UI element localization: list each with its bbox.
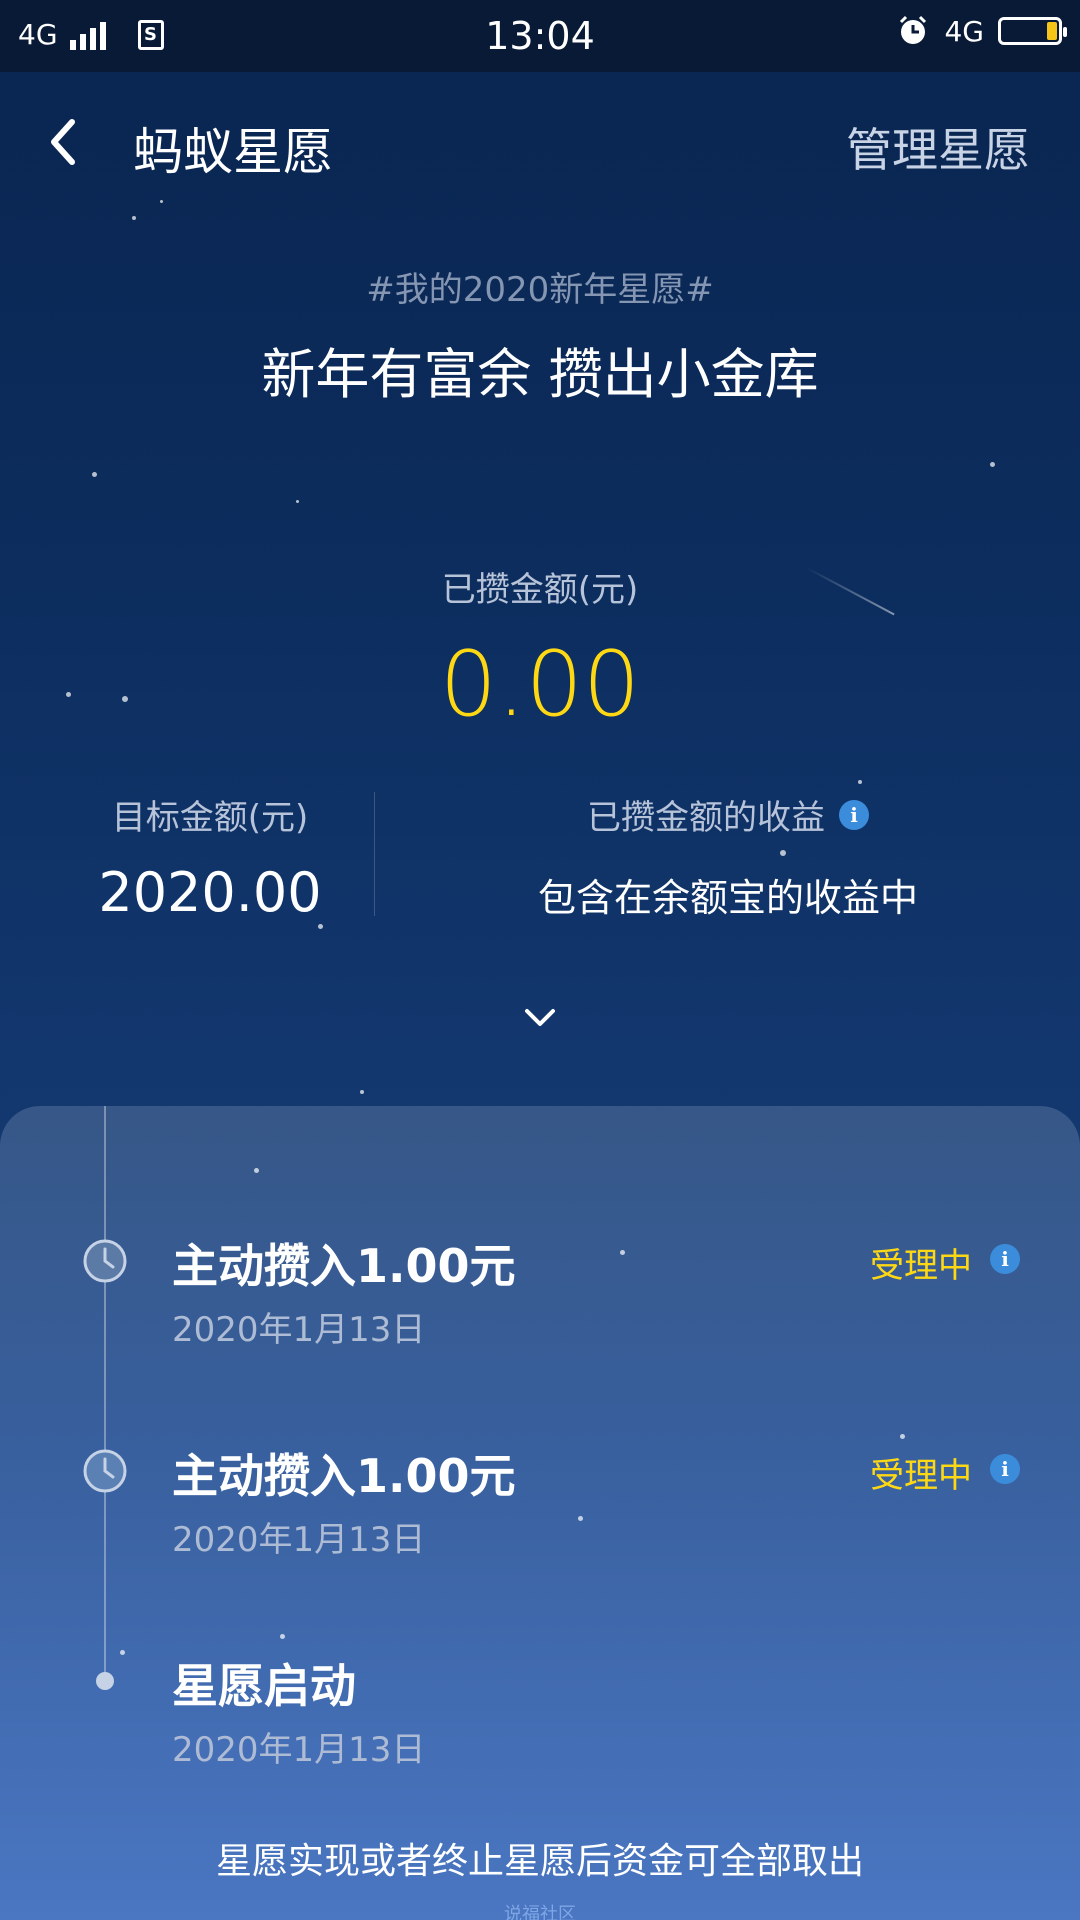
back-button[interactable] <box>40 112 90 172</box>
saved-amount-value: 0.00 <box>439 632 641 737</box>
timeline-date: 2020年1月13日 <box>172 1520 426 1560</box>
earnings-label-row: 已攒金额的收益 i <box>587 790 869 839</box>
watermark: 说福社区 <box>504 1904 576 1920</box>
status-right: 4G <box>896 14 1067 48</box>
chevron-left-icon <box>51 119 75 165</box>
chevron-down-icon <box>525 1009 555 1026</box>
earnings-block: 已攒金额的收益 i 包含在余额宝的收益中 <box>376 790 1080 922</box>
target-block: 目标金额(元) 2020.00 <box>0 790 420 924</box>
star-decoration <box>578 1516 583 1521</box>
star-decoration <box>360 1090 364 1094</box>
star-decoration <box>318 924 323 929</box>
wish-title: 新年有富余 攒出小金库 <box>261 343 819 406</box>
info-icon[interactable]: i <box>839 799 869 830</box>
manage-wish-button[interactable]: 管理星愿 <box>846 114 1030 180</box>
status-bar: 4G S 13:04 4G <box>0 0 1080 72</box>
star-decoration <box>900 1434 905 1439</box>
timeline-date: 2020年1月13日 <box>172 1730 426 1770</box>
page-title: 蚂蚁星愿 <box>133 123 333 181</box>
timeline-title: 星愿启动 <box>172 1659 356 1713</box>
timeline-title: 主动攒入1.00元 <box>172 1449 516 1503</box>
timeline-title: 主动攒入1.00元 <box>172 1239 516 1293</box>
info-icon[interactable]: i <box>990 1244 1020 1274</box>
star-decoration <box>132 216 136 220</box>
divider <box>374 792 375 916</box>
network-type-right: 4G <box>944 14 984 48</box>
star-decoration <box>990 462 995 467</box>
earnings-label: 已攒金额的收益 <box>587 798 825 838</box>
footer-note: 星愿实现或者终止星愿后资金可全部取出 <box>215 1841 864 1882</box>
star-decoration <box>280 1634 285 1639</box>
star-decoration <box>120 1650 125 1655</box>
nav-bar: 蚂蚁星愿 管理星愿 <box>0 72 1080 212</box>
timeline-panel <box>0 1106 1080 1920</box>
timeline-date: 2020年1月13日 <box>172 1310 426 1350</box>
wish-tag: #我的2020新年星愿# <box>366 270 714 310</box>
star-decoration <box>296 500 299 503</box>
clock-icon <box>83 1449 127 1493</box>
saved-amount-label: 已攒金额(元) <box>441 570 639 610</box>
dot-icon <box>96 1672 114 1690</box>
expand-button[interactable] <box>522 1000 558 1036</box>
earnings-value: 包含在余额宝的收益中 <box>537 876 918 920</box>
info-icon[interactable]: i <box>990 1454 1020 1484</box>
alarm-icon <box>900 15 927 44</box>
status-badge: 受理中 <box>870 1456 972 1496</box>
status-badge: 受理中 <box>870 1246 972 1286</box>
target-amount-value: 2020.00 <box>98 861 322 924</box>
battery-icon <box>998 17 1067 45</box>
star-decoration <box>858 780 862 784</box>
target-amount-label: 目标金额(元) <box>111 798 309 838</box>
timeline-line <box>104 1106 106 1686</box>
star-decoration <box>254 1168 259 1173</box>
star-decoration <box>92 472 97 477</box>
star-decoration <box>620 1250 625 1255</box>
clock-icon <box>83 1239 127 1283</box>
